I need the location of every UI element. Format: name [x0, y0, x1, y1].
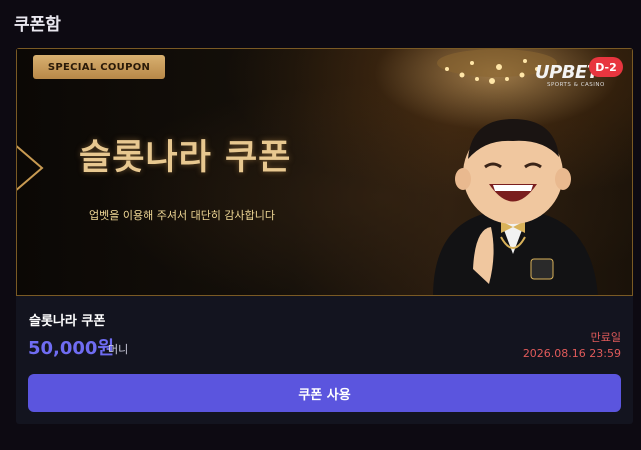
mascot-illustration: [433, 119, 598, 295]
page-title: 쿠폰함: [14, 15, 61, 35]
use-coupon-button[interactable]: 쿠폰 사용: [28, 374, 621, 412]
chevron-right-icon: [17, 145, 44, 191]
expiry-date: 2026.08.16 23:59: [522, 347, 621, 360]
coupon-banner: SPECIAL COUPON 슬롯나라 쿠폰 업벳을 이용해 주셔서 대단히 감…: [16, 48, 633, 296]
dday-badge: D-2: [589, 57, 623, 77]
upbet-logo-subtitle: SPORTS & CASINO: [547, 82, 605, 88]
banner-subline: 업벳을 이용해 주셔서 대단히 감사합니다: [89, 209, 276, 222]
coupon-unit: 머니: [108, 343, 129, 356]
coupon-amount: 50,000원: [28, 338, 115, 359]
coupon-card: SPECIAL COUPON 슬롯나라 쿠폰 업벳을 이용해 주셔서 대단히 감…: [16, 48, 633, 424]
special-coupon-badge: SPECIAL COUPON: [33, 55, 165, 79]
coupon-info: 슬롯나라 쿠폰 50,000원 머니 만료일 2026.08.16 23:59 …: [16, 296, 633, 424]
banner-headline: 슬롯나라 쿠폰: [79, 138, 292, 178]
expiry-label: 만료일: [590, 331, 621, 344]
coupon-name: 슬롯나라 쿠폰: [29, 314, 106, 329]
